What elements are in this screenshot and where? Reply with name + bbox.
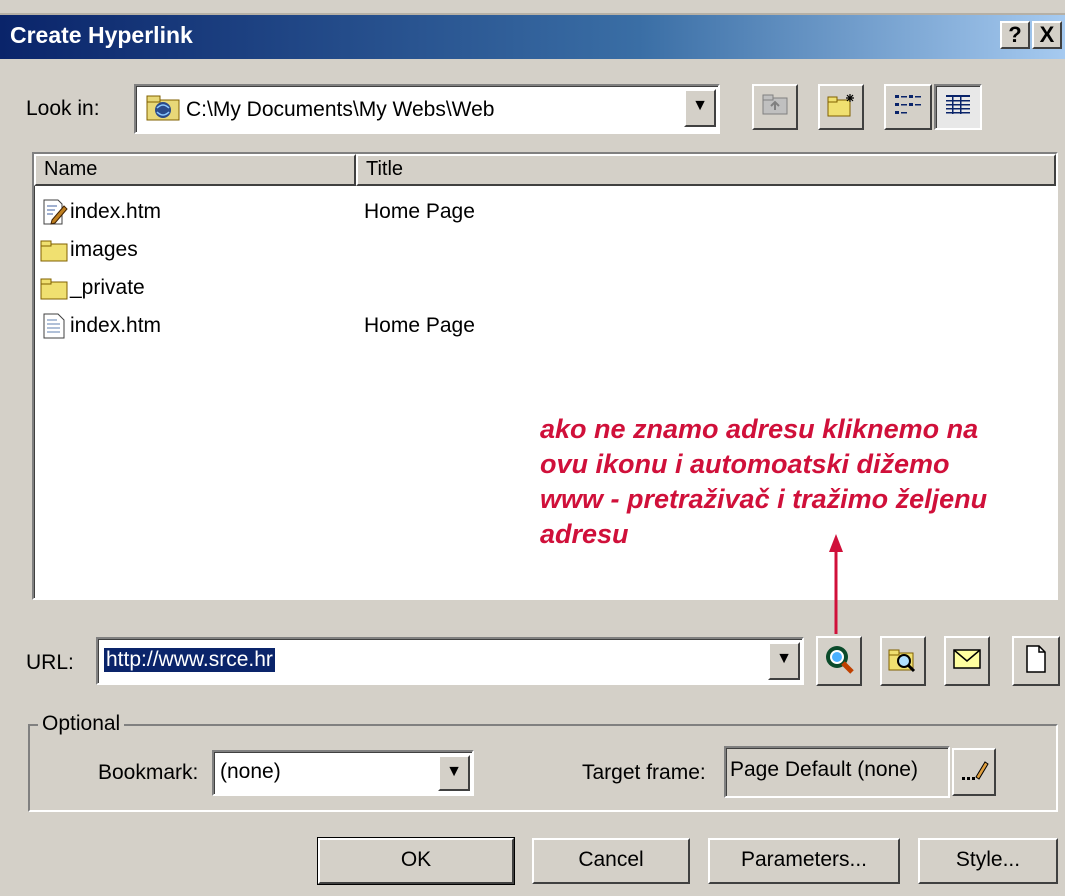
folder-icon	[40, 274, 68, 302]
bookmark-select[interactable]: (none) ▼	[212, 750, 474, 796]
annotation-text: ako ne znamo adresu kliknemo na ovu ikon…	[540, 412, 1060, 552]
annotation-line: www - pretraživač i tražimo željenu	[540, 484, 988, 514]
browse-web-button[interactable]	[816, 636, 862, 686]
annotation-line: ovu ikonu i automoatski dižemo	[540, 449, 950, 479]
list-view-button[interactable]	[884, 84, 932, 130]
up-one-level-button[interactable]	[752, 84, 798, 130]
file-name: _private	[70, 276, 145, 299]
web-browse-icon	[823, 643, 855, 680]
details-view-button[interactable]	[934, 84, 982, 130]
page-icon	[40, 312, 68, 340]
target-frame-label: Target frame:	[582, 761, 706, 784]
style-button[interactable]: Style...	[918, 838, 1058, 884]
look-in-path: C:\My Documents\My Webs\Web	[186, 98, 495, 121]
chevron-down-icon: ▼	[446, 763, 462, 780]
ok-button[interactable]: OK	[317, 837, 515, 885]
look-in-select[interactable]: C:\My Documents\My Webs\Web ▼	[134, 84, 720, 134]
create-hyperlink-dialog: Create Hyperlink ? X Look in: C:\My Docu…	[0, 0, 1065, 896]
help-button[interactable]: ?	[1000, 21, 1030, 49]
optional-group-label: Optional	[38, 712, 125, 736]
annotation-line: ako ne znamo adresu kliknemo na	[540, 414, 979, 444]
target-frame-field: Page Default (none)	[724, 746, 950, 798]
new-folder-icon	[826, 92, 856, 123]
list-view-icon	[893, 92, 923, 123]
pencil-icon	[959, 757, 989, 788]
bookmark-dropdown-button[interactable]: ▼	[438, 755, 470, 791]
parameters-button[interactable]: Parameters...	[708, 838, 900, 884]
file-browse-icon	[887, 644, 919, 679]
url-input[interactable]: http://www.srce.hr ▼	[96, 637, 804, 685]
target-frame-value: Page Default (none)	[730, 758, 918, 781]
chevron-down-icon: ▼	[692, 97, 708, 114]
title-bar[interactable]: Create Hyperlink ? X	[0, 13, 1065, 59]
file-name: index.htm	[70, 200, 162, 223]
dialog-title: Create Hyperlink	[10, 22, 193, 48]
email-icon	[952, 647, 982, 676]
browse-file-button[interactable]	[880, 636, 926, 686]
email-button[interactable]	[944, 636, 990, 686]
file-title: Home Page	[364, 200, 475, 223]
look-in-label: Look in:	[26, 97, 100, 120]
url-label: URL:	[26, 651, 74, 674]
folder-icon	[40, 236, 68, 264]
annotation-arrow	[829, 534, 843, 634]
edited-page-icon	[40, 198, 68, 226]
look-in-dropdown-button[interactable]: ▼	[684, 89, 716, 127]
chevron-down-icon: ▼	[776, 650, 792, 667]
file-name: index.htm	[70, 314, 162, 337]
file-title: Home Page	[364, 314, 475, 337]
details-view-icon	[943, 92, 973, 123]
file-name: images	[70, 238, 138, 261]
bookmark-value: (none)	[220, 760, 281, 783]
close-button[interactable]: X	[1032, 21, 1062, 49]
cancel-button[interactable]: Cancel	[532, 838, 690, 884]
url-dropdown-button[interactable]: ▼	[768, 642, 800, 680]
up-one-level-icon	[761, 94, 789, 121]
bookmark-label: Bookmark:	[98, 761, 199, 784]
column-header-name[interactable]: Name	[34, 154, 356, 186]
change-target-frame-button[interactable]	[952, 748, 996, 796]
column-header-title[interactable]: Title	[356, 154, 1056, 186]
web-folder-icon	[146, 94, 180, 127]
url-value: http://www.srce.hr	[104, 648, 275, 672]
annotation-line: adresu	[540, 519, 629, 549]
new-page-button[interactable]	[1012, 636, 1060, 686]
new-folder-button[interactable]	[818, 84, 864, 130]
new-page-icon	[1024, 644, 1048, 679]
